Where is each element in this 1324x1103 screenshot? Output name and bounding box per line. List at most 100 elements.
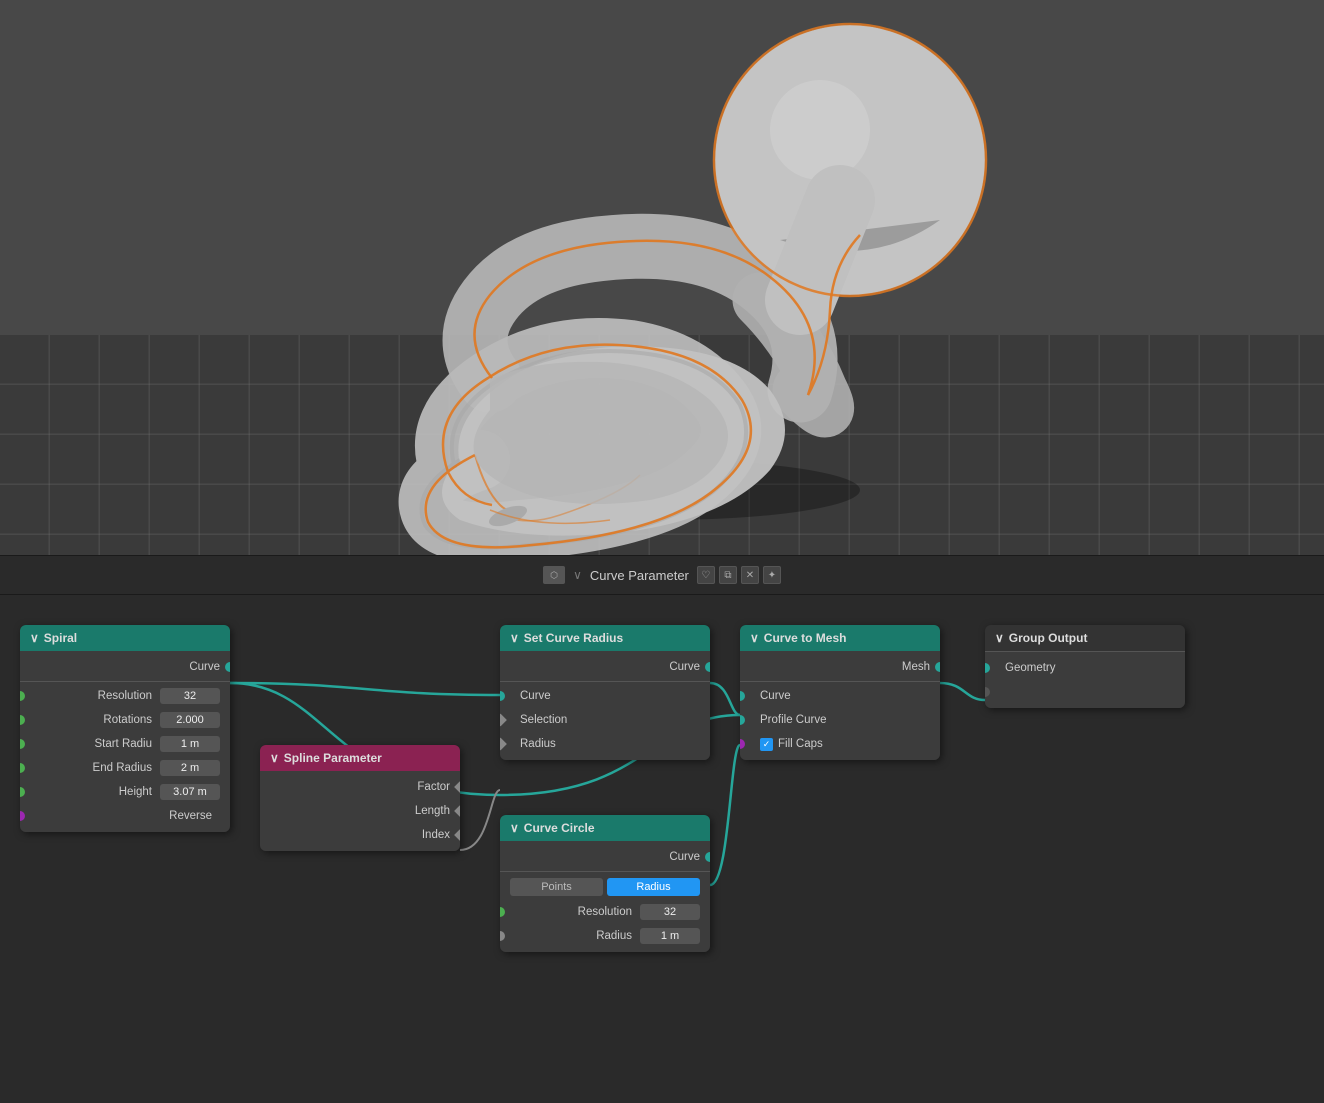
extra-socket [985,687,990,697]
pin-button[interactable]: ♡ [697,566,715,584]
spiral-curve-output: Curve [20,655,230,679]
spiral-header: ∨ Spiral [20,625,230,651]
editor-name: Curve Parameter [590,568,689,583]
ctm-profile-curve-input: Profile Curve [740,708,940,732]
set-curve-radius-radius-input: Radius [500,732,710,756]
circle-resolution-label: Resolution [510,906,640,918]
spiral-reverse-row: Reverse [20,804,230,828]
mesh-out-label: Mesh [902,661,930,673]
curve-circle-radius-row: Radius 1 m [500,924,710,948]
set-curve-radius-curve-input: Curve [500,684,710,708]
group-output-body: Geometry [985,652,1185,708]
set-curve-radius-curve-output: Curve [500,655,710,679]
resolution-value[interactable]: 32 [160,688,220,704]
spiral-rotations-row: Rotations 2.000 [20,708,230,732]
curve-circle-out-label: Curve [669,851,700,863]
group-output-title: Group Output [1009,631,1088,645]
circle-radius-label: Radius [510,930,640,942]
viewport [0,0,1324,555]
circle-radius-socket [500,931,505,941]
curve-in-socket [500,691,505,701]
height-label: Height [30,786,160,798]
points-tab[interactable]: Points [510,878,603,896]
circle-radius-value[interactable]: 1 m [640,928,700,944]
fill-caps-checkbox[interactable]: ✓ [760,738,773,751]
radius-tab[interactable]: Radius [607,878,700,896]
circle-resolution-socket [500,907,505,917]
curve-to-mesh-chevron-icon: ∨ [750,631,759,645]
spiral-curve-label: Curve [189,661,220,673]
spline-title: Spline Parameter [284,751,382,765]
set-curve-radius-selection-input: Selection [500,708,710,732]
spiral-end-radius-row: End Radius 2 m [20,756,230,780]
rotations-socket [20,715,25,725]
curve-to-mesh-body: Mesh Curve Profile Curve ✓ Fill Caps [740,651,940,760]
rotations-value[interactable]: 2.000 [160,712,220,728]
ctm-fill-caps-input: ✓ Fill Caps [740,732,940,756]
node-curve-to-mesh: ∨ Curve to Mesh Mesh Curve Profile Curve [740,625,940,760]
set-curve-radius-chevron-icon: ∨ [510,631,519,645]
node-curve-circle: ∨ Curve Circle Curve Points Radius Resol… [500,815,710,952]
copy-button[interactable]: ⧉ [719,566,737,584]
spiral-chevron-icon: ∨ [30,631,39,645]
spline-body: Factor Length Index [260,771,460,851]
set-curve-radius-header: ∨ Set Curve Radius [500,625,710,651]
group-output-header: ∨ Group Output [985,625,1185,652]
ctm-curve-input: Curve [740,684,940,708]
spline-index-output: Index [260,823,460,847]
ctm-fill-caps-label: ✓ Fill Caps [750,738,823,751]
end-radius-socket [20,763,25,773]
close-button[interactable]: ✕ [741,566,759,584]
spline-length-output: Length [260,799,460,823]
curve-circle-body: Curve Points Radius Resolution 32 Radius… [500,841,710,952]
start-radius-socket [20,739,25,749]
ctm-profile-label: Profile Curve [750,714,826,726]
node-set-curve-radius: ∨ Set Curve Radius Curve Curve Selection… [500,625,710,760]
pin2-button[interactable]: ✦ [763,566,781,584]
curve-circle-resolution-row: Resolution 32 [500,900,710,924]
resolution-socket [20,691,25,701]
spline-header: ∨ Spline Parameter [260,745,460,771]
ctm-curve-socket [740,691,745,701]
spiral-body: Curve Resolution 32 Rotations 2.000 Star… [20,651,230,832]
node-spiral: ∨ Spiral Curve Resolution 32 Rotations 2… [20,625,230,832]
geometry-label: Geometry [995,662,1056,674]
3d-object [0,0,1324,555]
selection-socket [500,714,507,727]
curve-to-mesh-title: Curve to Mesh [764,631,847,645]
length-diamond-socket [454,805,460,818]
node-editor: ∨ Spiral Curve Resolution 32 Rotations 2… [0,595,1324,1103]
spline-index-label: Index [422,829,450,841]
spiral-resolution-row: Resolution 32 [20,684,230,708]
group-output-chevron-icon: ∨ [995,631,1004,645]
height-value[interactable]: 3.07 m [160,784,220,800]
ctm-profile-socket [740,715,745,725]
group-geometry-input: Geometry [985,656,1185,680]
radius-in-label: Radius [510,738,556,750]
spiral-title: Spiral [44,631,77,645]
ctm-curve-label: Curve [750,690,791,702]
selection-label: Selection [510,714,567,726]
start-radius-value[interactable]: 1 m [160,736,220,752]
curve-circle-title: Curve Circle [524,821,595,835]
index-diamond-socket [454,829,460,842]
end-radius-value[interactable]: 2 m [160,760,220,776]
editor-type-icon[interactable]: ⬡ [543,566,565,584]
resolution-label: Resolution [30,690,160,702]
start-radius-label: Start Radiu [30,738,160,750]
end-radius-label: End Radius [30,762,160,774]
curve-circle-header: ∨ Curve Circle [500,815,710,841]
mesh-out-socket [935,662,940,672]
spline-length-label: Length [415,805,450,817]
spiral-curve-socket [225,662,230,672]
reverse-socket [20,811,25,821]
circle-resolution-value[interactable]: 32 [640,904,700,920]
spline-factor-output: Factor [260,775,460,799]
header-buttons: ♡ ⧉ ✕ ✦ [697,566,781,584]
reverse-label: Reverse [30,810,220,822]
ctm-fill-caps-socket [740,739,745,749]
curve-circle-output: Curve [500,845,710,869]
group-extra-socket-row [985,680,1185,704]
curve-circle-tabs: Points Radius [500,874,710,900]
set-curve-radius-title: Set Curve Radius [524,631,623,645]
